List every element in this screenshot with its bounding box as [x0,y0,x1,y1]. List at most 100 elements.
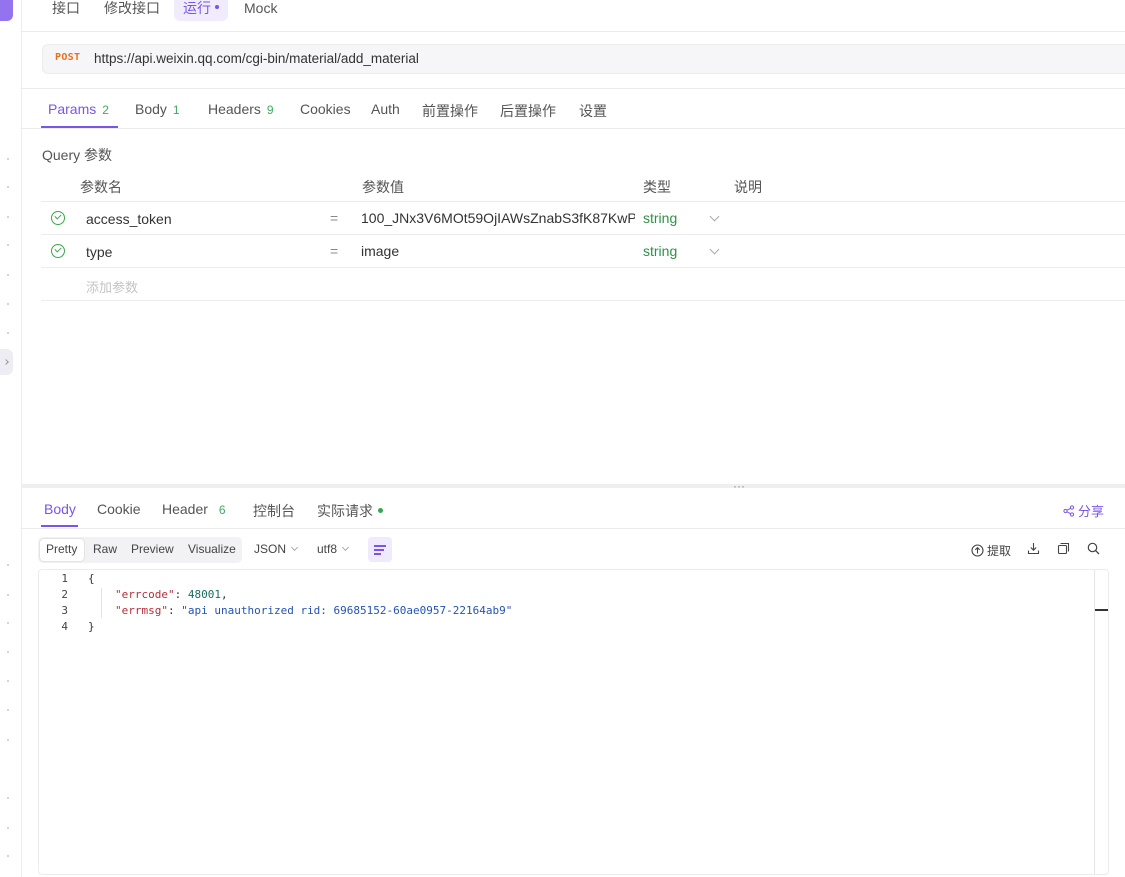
param-type[interactable]: string [643,210,677,226]
rail-tick [7,332,9,334]
rail-accent [0,0,13,21]
vertical-scrollbar[interactable] [1094,570,1095,874]
chevron-down-icon [341,543,350,552]
body-count: 1 [172,103,180,117]
row-divider [41,300,1125,301]
splitter-grip-icon[interactable]: ··· [733,480,745,492]
code-line: "errcode": 48001, [115,588,228,601]
param-type[interactable]: string [643,243,677,259]
param-name[interactable]: type [86,244,112,260]
param-value[interactable]: image [361,243,399,259]
tab-interface[interactable]: 接口 [52,0,80,21]
tab-pre-actions[interactable]: 前置操作 [422,101,478,121]
response-tab-console[interactable]: 控制台 [253,501,295,521]
indent-guide [101,588,102,618]
column-header-value: 参数值 [362,179,404,195]
left-rail [0,0,22,877]
share-icon [1063,505,1075,517]
download-icon[interactable] [1027,542,1040,558]
panel-splitter[interactable] [21,484,1125,488]
response-tab-cookie[interactable]: Cookie [97,501,141,517]
rail-tick [7,680,9,682]
tab-params[interactable]: Params 2 [48,101,109,117]
tab-run[interactable]: 运行 [174,0,228,21]
row-divider [41,267,1125,268]
view-mode-preview[interactable]: Preview [131,542,174,556]
param-name[interactable]: access_token [86,211,172,227]
code-line: } [88,620,95,633]
view-mode-raw[interactable]: Raw [93,542,117,556]
divider [21,88,1125,89]
wrap-icon-line [374,553,381,555]
response-tab-header-label: Header [162,501,208,517]
response-tab-actual-request-label: 实际请求 [317,503,373,519]
equals-sign: = [330,243,339,259]
line-number: 2 [61,588,68,601]
rail-tick [7,739,9,741]
rail-tick [7,274,9,276]
copy-icon[interactable] [1057,542,1070,558]
chevron-down-icon[interactable] [709,244,720,255]
row-divider [41,201,1125,202]
unsaved-dot [215,5,219,10]
line-number: 3 [61,604,68,617]
wrap-icon [374,545,386,547]
encoding-select-value: utf8 [317,542,338,556]
chevron-down-icon [290,543,299,552]
view-mode-switch: Pretty Raw Preview Visualize [38,537,242,563]
url-input[interactable]: https://api.weixin.qq.com/cgi-bin/materi… [94,51,419,66]
json-key: "errmsg" [115,604,168,617]
rail-tick [7,216,9,218]
tab-headers[interactable]: Headers 9 [208,101,274,117]
rail-tick [7,594,9,596]
extract-icon [971,544,984,557]
rail-tick [7,622,9,624]
column-header-type: 类型 [643,179,671,195]
search-icon[interactable] [1087,542,1100,558]
tab-params-label: Params [48,101,97,117]
method-label[interactable]: POST [55,52,80,63]
tab-body-label: Body [135,101,167,117]
format-select-value: JSON [254,542,287,556]
extract-button[interactable]: 提取 [971,542,1011,559]
rail-tick [7,186,9,188]
code-line: { [88,572,95,585]
tab-cookies[interactable]: Cookies [300,101,351,117]
scrollbar-thumb[interactable] [1095,609,1108,611]
share-label: 分享 [1078,504,1105,519]
view-mode-visualize[interactable]: Visualize [188,542,236,556]
headers-count: 9 [266,103,274,117]
tab-post-actions[interactable]: 后置操作 [500,101,556,121]
url-bar[interactable]: POST https://api.weixin.qq.com/cgi-bin/m… [42,44,1125,74]
json-number: 48001 [187,588,221,601]
tab-mock[interactable]: Mock [244,0,277,21]
share-button[interactable]: 分享 [1063,501,1104,520]
tab-body[interactable]: Body 1 [135,101,180,117]
column-header-name: 参数名 [80,179,122,195]
enabled-check-icon[interactable] [51,211,65,225]
response-tab-body[interactable]: Body [44,501,76,517]
line-number: 1 [61,572,68,585]
param-value[interactable]: 100_JNx3V6MOt59OjIAWsZnabS3fK87KwPCj [361,210,635,226]
rail-tick [7,827,9,829]
response-tab-actual-request[interactable]: 实际请求 [317,501,383,521]
divider [21,128,1125,129]
word-wrap-button[interactable] [368,537,392,562]
json-string: "api unauthorized rid: 69685152-60ae0957… [181,604,513,617]
response-tab-header[interactable]: Header 6 [162,501,226,517]
rail-tick [7,158,9,160]
tab-auth[interactable]: Auth [371,101,400,117]
chevron-down-icon[interactable] [709,211,720,222]
sidebar-collapse-handle[interactable] [0,349,13,375]
code-line: "errmsg": "api unauthorized rid: 6968515… [115,604,513,617]
encoding-select[interactable]: utf8 [317,542,350,556]
row-divider [41,234,1125,235]
view-mode-pretty[interactable]: Pretty [46,542,77,556]
enabled-check-icon[interactable] [51,244,65,258]
rail-tick [7,564,9,566]
tab-edit-interface[interactable]: 修改接口 [104,0,160,21]
add-param-input[interactable]: 添加参数 [86,277,138,296]
format-select[interactable]: JSON [254,542,299,556]
wrap-icon-line [374,549,384,551]
tab-settings[interactable]: 设置 [579,101,607,121]
